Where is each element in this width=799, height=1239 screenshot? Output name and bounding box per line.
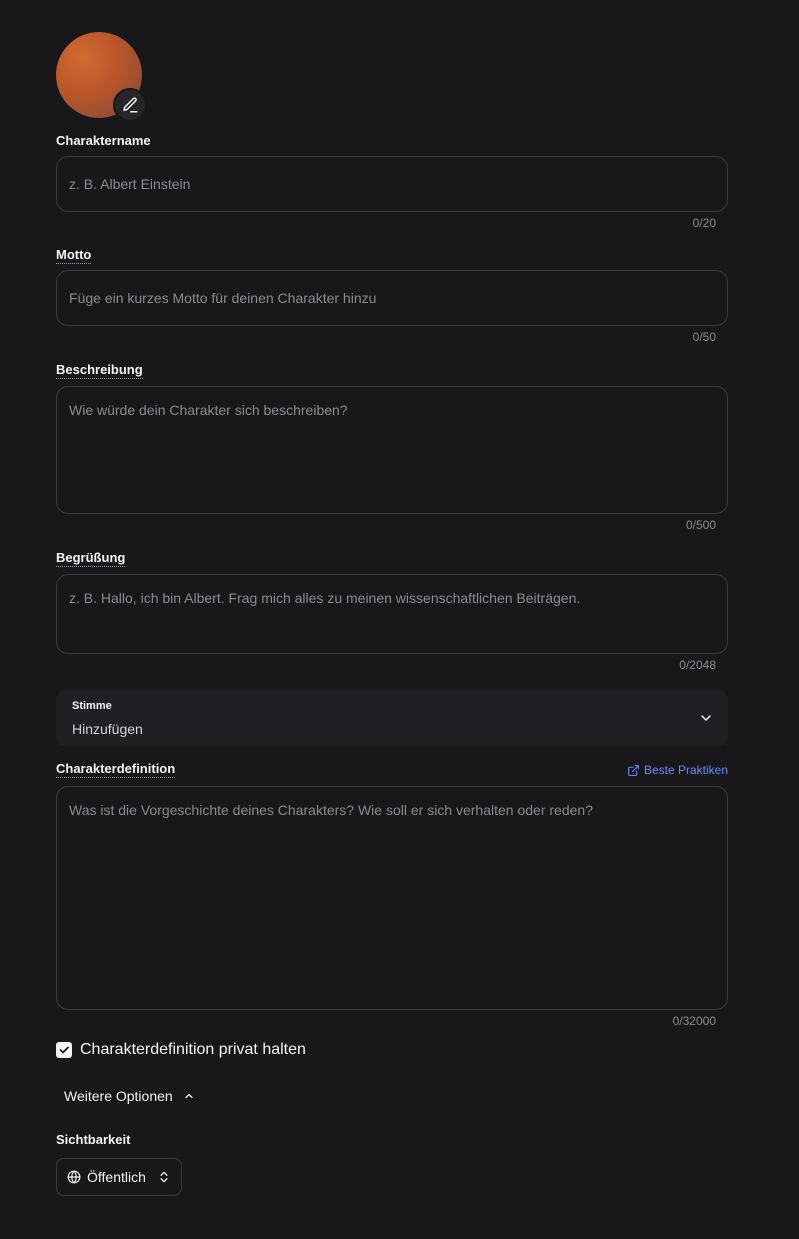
pencil-icon (123, 97, 138, 113)
voice-value: Hinzufügen (72, 721, 143, 737)
visibility-select[interactable]: Öffentlich (56, 1158, 182, 1196)
avatar-container (56, 32, 147, 122)
private-definition-label: Charakterdefinition privat halten (80, 1041, 306, 1058)
motto-counter: 0/50 (692, 330, 716, 344)
external-link-icon (628, 764, 639, 776)
best-practices-label: Beste Praktiken (643, 763, 728, 777)
visibility-value: Öffentlich (87, 1169, 146, 1185)
avatar-edit-button[interactable] (113, 88, 147, 122)
private-definition-checkbox[interactable] (56, 1042, 72, 1058)
description-counter: 0/500 (685, 518, 716, 532)
greeting-counter: 0/2048 (679, 658, 716, 672)
greeting-textarea[interactable]: z. B. Hallo, ich bin Albert. Frag mich a… (56, 574, 728, 654)
voice-select[interactable]: Stimme Hinzufügen (56, 690, 728, 746)
voice-label: Stimme (72, 700, 112, 712)
description-label: Beschreibung (56, 362, 143, 379)
motto-input[interactable]: Füge ein kurzes Motto für deinen Charakt… (56, 270, 728, 326)
chevron-down-icon (701, 715, 711, 721)
check-icon (59, 1046, 69, 1054)
description-textarea[interactable]: Wie würde dein Charakter sich beschreibe… (56, 386, 728, 514)
greeting-label: Begrüßung (56, 550, 126, 567)
best-practices-link[interactable]: Beste Praktiken (627, 763, 728, 777)
chevron-up-icon (185, 1093, 193, 1099)
name-counter: 0/20 (692, 216, 716, 230)
name-label: Charaktername (56, 133, 151, 148)
visibility-label: Sichtbarkeit (56, 1132, 131, 1147)
globe-icon (67, 1170, 81, 1184)
character-form: Charaktername z. B. Albert Einstein 0/20… (0, 0, 799, 1239)
motto-label: Motto (56, 247, 92, 264)
chevron-updown-icon (160, 1171, 168, 1183)
private-definition-checkbox-row[interactable]: Charakterdefinition privat halten (56, 1041, 306, 1059)
definition-label: Charakterdefinition (56, 761, 176, 778)
definition-textarea[interactable]: Was ist die Vorgeschichte deines Charakt… (56, 786, 728, 1010)
definition-counter: 0/32000 (672, 1014, 716, 1028)
more-options-button[interactable]: Weitere Optionen (56, 1082, 203, 1110)
name-input[interactable]: z. B. Albert Einstein (56, 156, 728, 212)
more-options-label: Weitere Optionen (64, 1088, 173, 1104)
